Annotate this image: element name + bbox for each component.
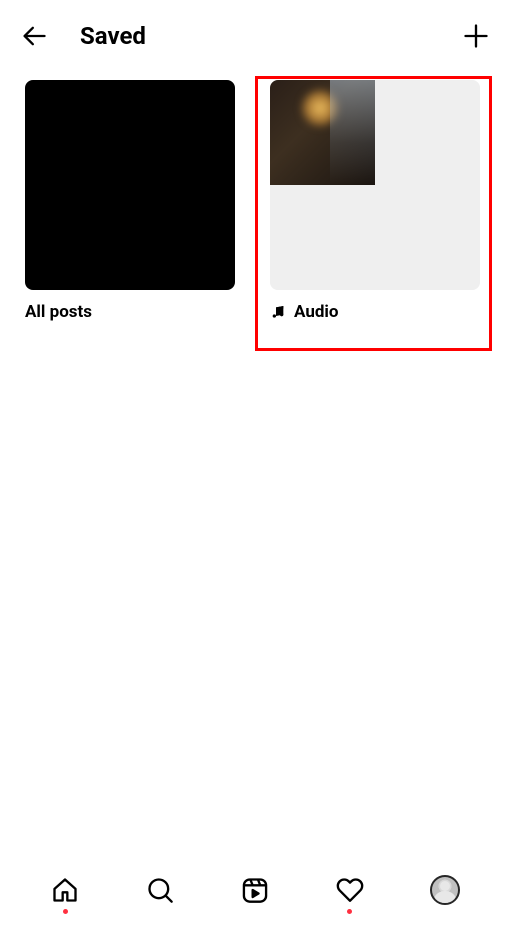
collection-label: All posts	[25, 302, 235, 322]
collection-label-text: All posts	[25, 302, 92, 322]
audio-thumbnail-cell-empty	[270, 186, 375, 291]
collection-thumbnail	[25, 80, 235, 290]
back-button[interactable]	[20, 22, 48, 50]
audio-thumbnail-cell-empty	[376, 186, 481, 291]
collections-grid: All posts Audio	[0, 70, 510, 322]
bottom-nav	[0, 858, 510, 933]
nav-reels[interactable]	[239, 870, 271, 910]
header-bar: Saved	[0, 0, 510, 70]
search-icon	[146, 876, 174, 904]
collection-all-posts[interactable]: All posts	[25, 80, 235, 322]
page-title: Saved	[80, 22, 146, 50]
nav-activity[interactable]	[334, 870, 366, 910]
notification-dot	[347, 909, 352, 914]
reels-icon	[241, 876, 269, 904]
header-left: Saved	[20, 22, 146, 50]
plus-icon	[462, 22, 490, 50]
collection-label-text: Audio	[294, 302, 339, 322]
profile-avatar-icon	[430, 875, 460, 905]
collection-audio[interactable]: Audio	[270, 80, 480, 322]
collection-thumbnail	[270, 80, 480, 290]
add-collection-button[interactable]	[462, 22, 490, 50]
heart-icon	[336, 876, 364, 904]
audio-thumbnail-cell	[270, 80, 375, 185]
arrow-left-icon	[20, 22, 48, 50]
nav-profile[interactable]	[429, 870, 461, 910]
music-note-icon	[270, 304, 286, 320]
nav-home[interactable]	[49, 870, 81, 910]
notification-dot	[63, 909, 68, 914]
collection-label: Audio	[270, 302, 480, 322]
nav-search[interactable]	[144, 870, 176, 910]
home-icon	[51, 876, 79, 904]
audio-thumbnail-cell-empty	[376, 80, 481, 185]
